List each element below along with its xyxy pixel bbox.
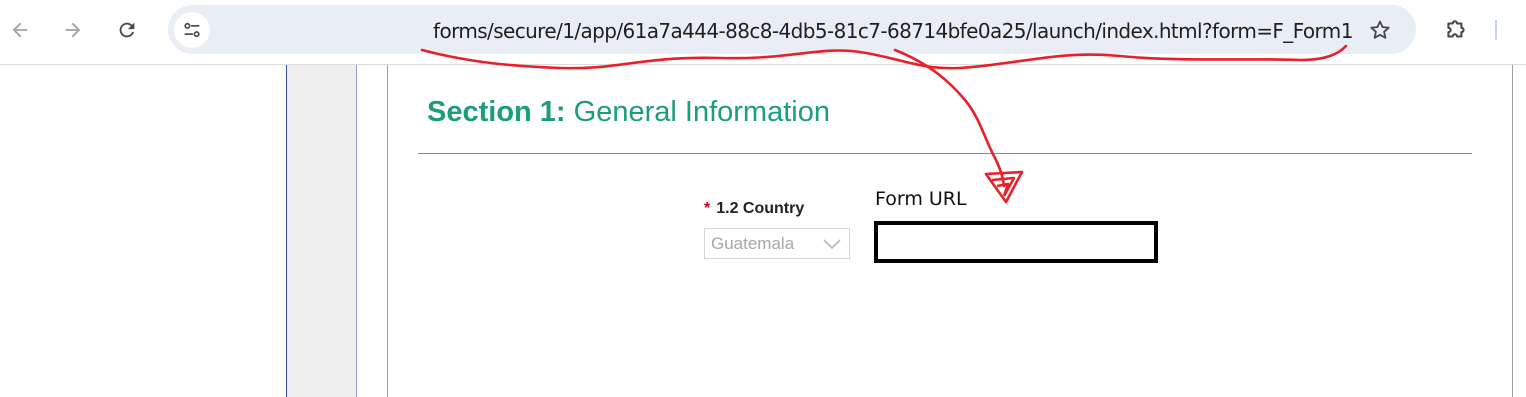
chevron-down-icon: [823, 239, 841, 250]
form-url-label: Form URL: [875, 188, 967, 210]
back-button[interactable]: [2, 12, 38, 48]
section-divider: [418, 153, 1472, 154]
toolbar-divider: [1495, 20, 1497, 40]
form-left-border: [387, 65, 388, 397]
section-name: General Information: [573, 96, 830, 128]
puzzle-icon: [1447, 20, 1465, 38]
forward-button[interactable]: [55, 12, 91, 48]
url-text[interactable]: forms/secure/1/app/61a7a444-88c8-4db5-81…: [433, 19, 1353, 43]
arrow-right-icon: [65, 22, 81, 38]
site-info-button[interactable]: [174, 12, 210, 48]
annotation-arrow-head: [984, 170, 1024, 204]
extensions-button[interactable]: [1438, 12, 1474, 48]
section-title: Section 1: General Information: [427, 96, 830, 129]
arrow-left-icon: [12, 22, 28, 38]
country-label: * 1.2 Country: [704, 200, 804, 218]
address-bar[interactable]: forms/secure/1/app/61a7a444-88c8-4db5-81…: [168, 5, 1416, 54]
page-left-area: [0, 65, 286, 397]
bookmark-button[interactable]: [1366, 16, 1394, 44]
browser-toolbar: forms/secure/1/app/61a7a444-88c8-4db5-81…: [0, 0, 1526, 65]
country-dropdown[interactable]: Guatemala: [704, 228, 850, 259]
country-label-text: 1.2 Country: [716, 200, 805, 217]
gutter-spacer: [357, 65, 387, 397]
annotation-arrow-line: [893, 48, 1006, 188]
form-url-input[interactable]: [874, 221, 1158, 263]
required-marker: *: [704, 200, 711, 217]
form-right-border: [1512, 65, 1513, 397]
side-gutter: [287, 65, 356, 397]
star-icon: [1370, 20, 1390, 39]
country-value: Guatemala: [711, 234, 795, 253]
reload-icon: [119, 22, 135, 38]
section-number: Section 1:: [427, 96, 566, 128]
tune-icon: [184, 22, 200, 38]
reload-button[interactable]: [109, 12, 145, 48]
